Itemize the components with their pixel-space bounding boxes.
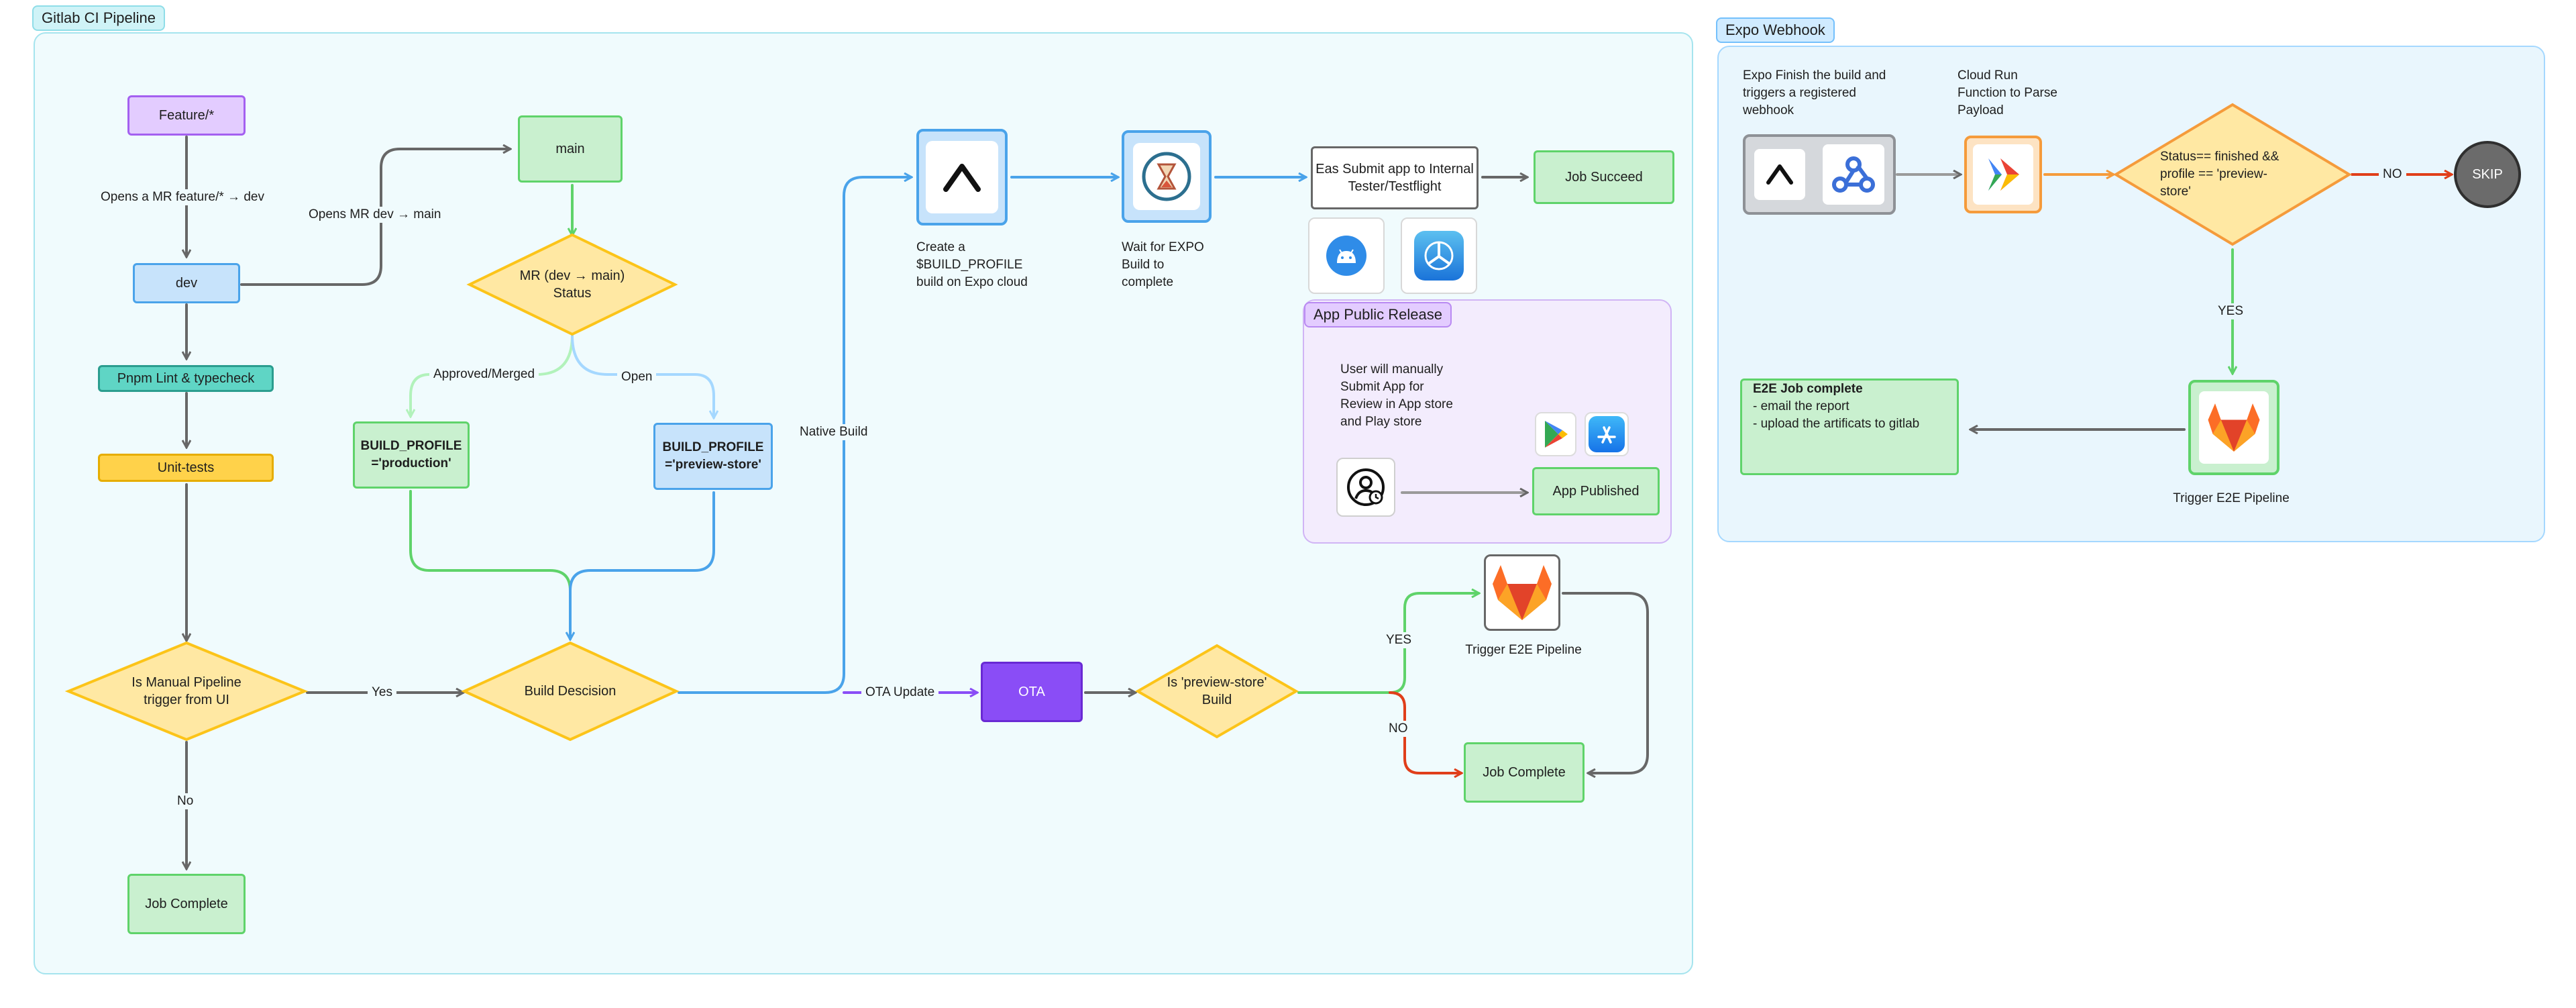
job-succeed-node: Job Succeed [1534,150,1674,204]
e2e-job-complete-line1: - email the report [1753,399,1849,413]
edge-label-approved: Approved/Merged [429,366,539,383]
testflight-tile [1401,217,1477,294]
hourglass-icon [1133,143,1200,210]
testflight-icon [1414,231,1464,281]
is-preview-label: Is 'preview-store' Build [1167,675,1267,707]
user-manual-label: User will manually Submit App for Review… [1340,362,1453,429]
android-tile [1308,217,1385,294]
edge-label-no-preview: NO [1385,721,1412,737]
cloud-run-tile [1964,136,2042,213]
app-published-node: App Published [1532,467,1660,515]
e2e-job-complete-line2: - upload the artificats to gitlab [1753,417,1920,431]
cloud-run-label: Cloud Run Function to Parse Payload [1957,68,2057,117]
edge-label-yes-manual: Yes [368,685,396,701]
job-complete-left-node: Job Complete [127,874,246,934]
google-play-tile [1535,412,1576,456]
skip-label: SKIP [2472,167,2503,182]
edge-label-opens-mr-dev: Opens MR dev → main [305,207,445,223]
user-clock-icon [1347,468,1385,506]
edge-label-opens-mr-feature: Opens a MR feature/* → dev [97,189,268,205]
build-decision-label: Build Descision [524,684,616,699]
edge-label-open: Open [617,369,657,385]
e2e-job-complete-node: E2E Job complete - email the report - up… [1740,379,1959,475]
android-icon [1326,236,1366,276]
edge-label-no-status: NO [2379,166,2406,183]
main-node: main [518,115,623,183]
gitlab-tile-right [2188,380,2279,475]
trigger-e2e-bottom-label: Trigger E2E Pipeline [1465,643,1582,657]
gitlab-tile-bottom [1484,554,1560,631]
wait-build-tile [1122,130,1212,223]
unit-tests-node: Unit-tests [98,454,274,482]
feature-node: Feature/* [127,95,246,136]
build-profile-production-node: BUILD_PROFILE ='production' [353,421,470,489]
mr-status-label: MR (dev → main) Status [519,268,625,301]
app-store-tile [1585,412,1629,456]
expo-build-tile [916,129,1008,225]
edge-label-native-build: Native Build [796,424,872,440]
cloud-run-icon [1973,144,2033,205]
expo-logo-icon [1754,149,1805,200]
user-tile [1336,458,1395,517]
expo-finish-label: Expo Finish the build and triggers a reg… [1743,68,1886,117]
expo-logo-icon [926,141,998,213]
create-build-label: Create a $BUILD_PROFILE build on Expo cl… [916,240,1028,289]
lint-node: Pnpm Lint & typecheck [98,365,274,392]
expo-webhook-tile [1743,134,1896,215]
google-play-icon [1545,421,1568,448]
dev-node: dev [133,263,240,303]
edge-label-yes-status: YES [2214,303,2248,319]
ota-node: OTA [981,662,1083,722]
manual-trigger-label: Is Manual Pipeline trigger from UI [131,675,241,707]
edge-label-yes-preview: YES [1382,632,1416,648]
gitlab-icon [1493,565,1552,620]
e2e-job-complete-title: E2E Job complete [1753,382,1863,396]
webhook-icon [1823,144,1884,205]
status-check-label: Status== finished && profile == 'preview… [2160,150,2279,199]
job-complete-right-node: Job Complete [1464,742,1585,803]
edge-label-ota-update: OTA Update [861,685,939,701]
build-profile-preview-node: BUILD_PROFILE ='preview-store' [653,423,773,490]
app-store-icon [1589,416,1625,452]
diagram-canvas: Gitlab CI Pipeline Expo Webhook App Publ… [0,0,2576,1008]
trigger-e2e-right-label: Trigger E2E Pipeline [2173,491,2290,505]
edge-label-no-manual: No [173,793,198,809]
eas-submit-node: Eas Submit app to Internal Tester/Testfl… [1311,146,1479,209]
gitlab-icon [2208,403,2260,452]
wait-build-label: Wait for EXPO Build to complete [1122,240,1204,289]
